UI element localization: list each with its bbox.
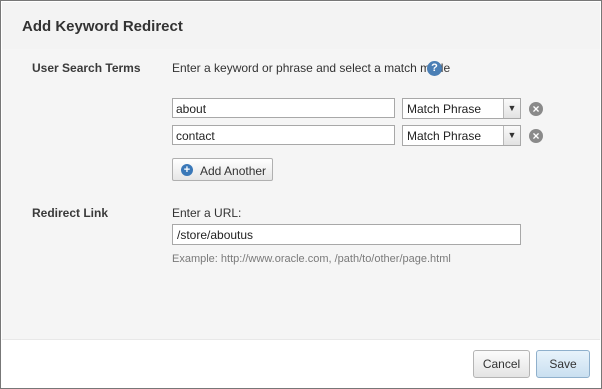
match-mode-value-1: Match Phrase: [407, 102, 482, 116]
url-hint: Enter a URL:: [172, 206, 242, 220]
add-keyword-redirect-dialog: Add Keyword Redirect User Search Terms E…: [0, 0, 602, 389]
redirect-url-input[interactable]: /store/aboutus: [172, 224, 521, 245]
remove-term-2-icon[interactable]: ×: [529, 129, 543, 143]
match-mode-select-1[interactable]: Match Phrase ▼: [402, 98, 521, 119]
search-terms-hint: Enter a keyword or phrase and select a m…: [172, 61, 451, 75]
dialog-content: [2, 49, 600, 339]
help-icon[interactable]: ?: [427, 61, 442, 76]
save-button[interactable]: Save: [536, 350, 590, 378]
search-term-input-2[interactable]: contact: [172, 125, 395, 145]
add-another-label: Add Another: [200, 164, 267, 178]
footer-divider: [2, 339, 600, 340]
dialog-title: Add Keyword Redirect: [22, 18, 183, 35]
redirect-link-label: Redirect Link: [32, 206, 109, 220]
search-term-input-1[interactable]: about: [172, 98, 395, 118]
chevron-down-icon[interactable]: ▼: [503, 126, 520, 145]
remove-term-1-icon[interactable]: ×: [529, 102, 543, 116]
match-mode-value-2: Match Phrase: [407, 129, 482, 143]
add-another-button[interactable]: + Add Another: [172, 158, 273, 181]
plus-circle-icon: +: [181, 164, 193, 176]
user-search-terms-label: User Search Terms: [32, 61, 141, 75]
url-example: Example: http://www.oracle.com, /path/to…: [172, 253, 451, 265]
match-mode-select-2[interactable]: Match Phrase ▼: [402, 125, 521, 146]
dialog-header: Add Keyword Redirect: [2, 2, 600, 50]
chevron-down-icon[interactable]: ▼: [503, 99, 520, 118]
cancel-button[interactable]: Cancel: [473, 350, 530, 378]
